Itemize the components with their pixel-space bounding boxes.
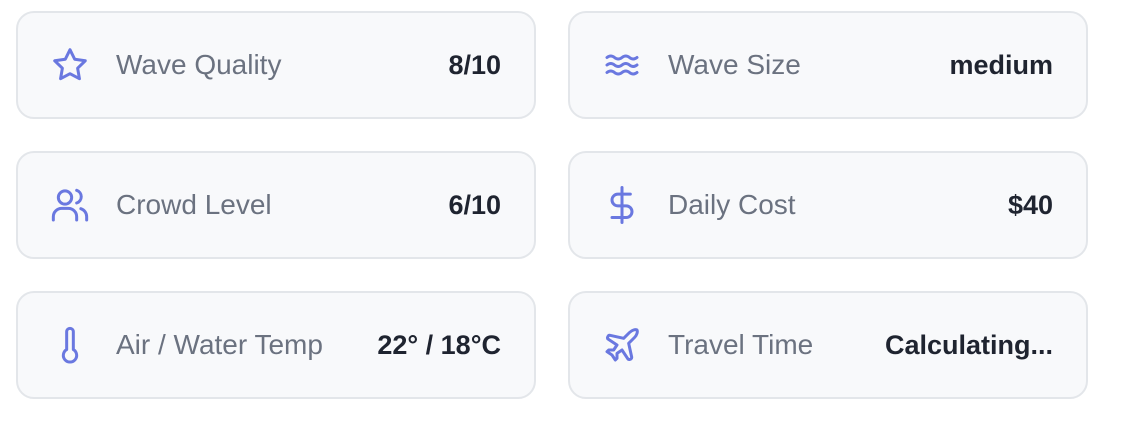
daily-cost-card: Daily Cost $40 (568, 151, 1088, 259)
travel-time-value: Calculating... (884, 329, 1053, 360)
thermometer-icon (50, 325, 90, 365)
wave-quality-label: Wave Quality (116, 49, 282, 80)
temperature-value: 22° / 18°C (377, 329, 501, 360)
crowd-level-label: Crowd Level (116, 189, 272, 220)
star-icon (50, 45, 90, 85)
plane-icon (602, 325, 642, 365)
users-icon (50, 185, 90, 225)
dollar-icon (602, 185, 642, 225)
daily-cost-value: $40 (1007, 189, 1053, 220)
wave-size-card: Wave Size medium (568, 11, 1088, 119)
crowd-level-card: Crowd Level 6/10 (16, 151, 536, 259)
wave-size-label: Wave Size (668, 49, 801, 80)
waves-icon (602, 45, 642, 85)
temperature-label: Air / Water Temp (116, 329, 323, 360)
travel-time-label: Travel Time (668, 329, 814, 360)
temperature-card: Air / Water Temp 22° / 18°C (16, 291, 536, 399)
wave-size-value: medium (949, 49, 1053, 80)
stats-grid: Wave Quality 8/10 Wave Size medium Crowd… (16, 11, 1088, 399)
daily-cost-label: Daily Cost (668, 189, 796, 220)
wave-quality-value: 8/10 (448, 49, 501, 80)
wave-quality-card: Wave Quality 8/10 (16, 11, 536, 119)
travel-time-card: Travel Time Calculating... (568, 291, 1088, 399)
crowd-level-value: 6/10 (448, 189, 501, 220)
